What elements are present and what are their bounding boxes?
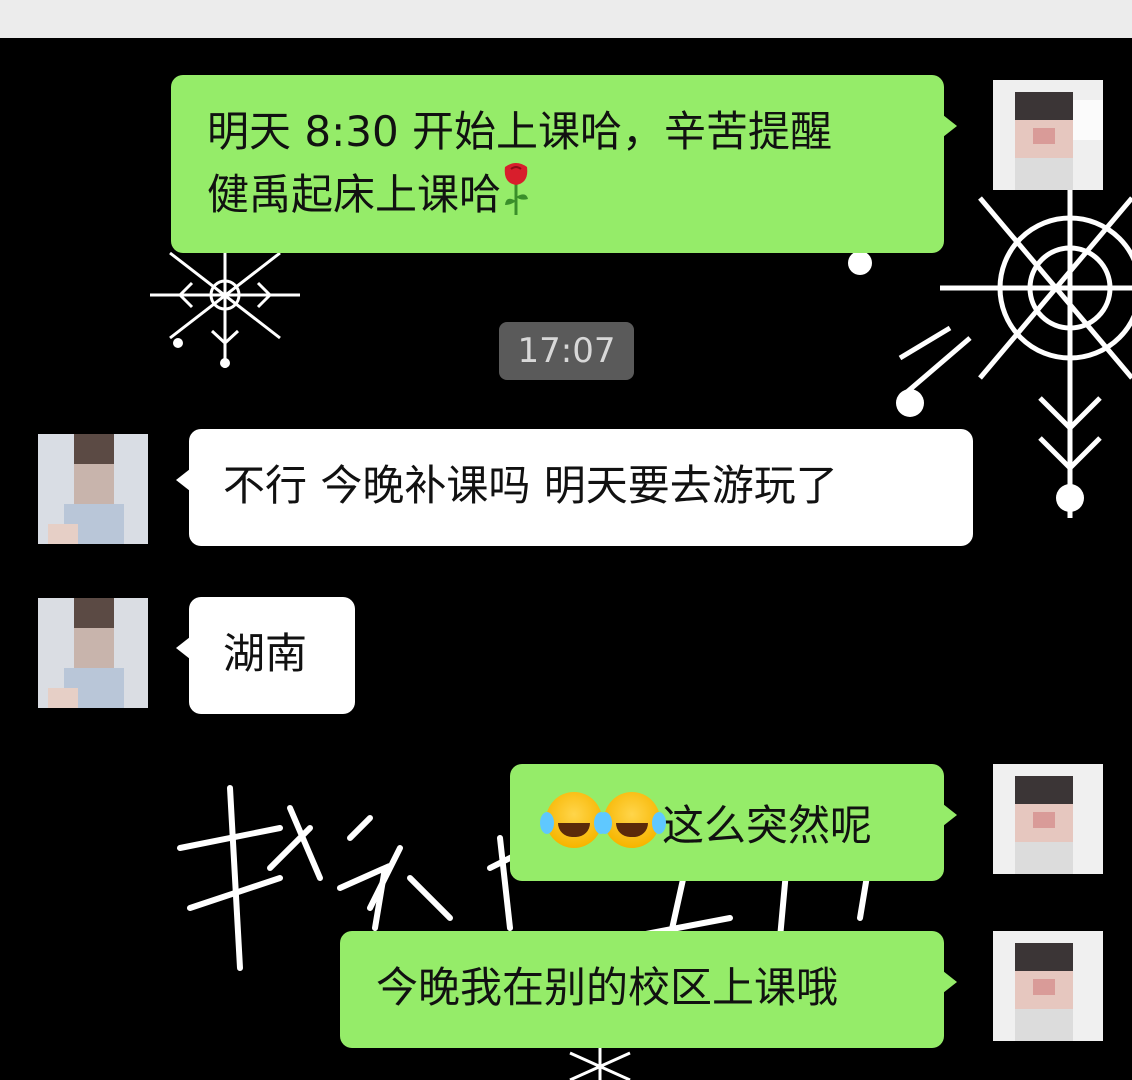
outgoing-message-bubble[interactable]: 今晚我在别的校区上课哦 xyxy=(340,931,957,1048)
timestamp: 17:07 xyxy=(499,322,634,380)
outgoing-message-bubble[interactable]: 明天 8:30 开始上课哈，辛苦提醒 健禹起床上课哈 xyxy=(171,75,957,253)
incoming-message-bubble[interactable]: 不行 今晚补课吗 明天要去游玩了 xyxy=(176,429,973,546)
snowflake-bottom-icon xyxy=(569,1043,631,1080)
message-text: 这么突然呢 xyxy=(662,801,873,850)
snowflake-small-icon xyxy=(150,243,300,368)
message-text: 不行 今晚补课吗 明天要去游玩了 xyxy=(223,461,838,510)
outgoing-message-bubble[interactable]: 这么突然呢 xyxy=(510,764,957,881)
chat-area[interactable]: 明天 8:30 开始上课哈，辛苦提醒 健禹起床上课哈 17:07 不行 今晚补课… xyxy=(0,38,1132,1080)
avatar-contact[interactable] xyxy=(38,598,148,708)
incoming-message-bubble[interactable]: 湖南 xyxy=(176,597,355,714)
laughing-tears-icon xyxy=(598,792,660,848)
laughing-tears-icon xyxy=(540,792,602,848)
avatar-self[interactable] xyxy=(993,931,1103,1041)
top-bar xyxy=(0,0,1132,38)
avatar-contact[interactable] xyxy=(38,434,148,544)
message-text: 明天 8:30 开始上课哈，辛苦提醒 xyxy=(207,107,833,156)
rose-icon xyxy=(504,163,529,215)
avatar-self[interactable] xyxy=(993,764,1103,874)
message-text: 湖南 xyxy=(223,629,308,678)
message-text: 今晚我在别的校区上课哦 xyxy=(376,963,839,1012)
message-text-line2: 健禹起床上课哈 xyxy=(207,161,920,224)
avatar-self[interactable] xyxy=(993,80,1103,190)
